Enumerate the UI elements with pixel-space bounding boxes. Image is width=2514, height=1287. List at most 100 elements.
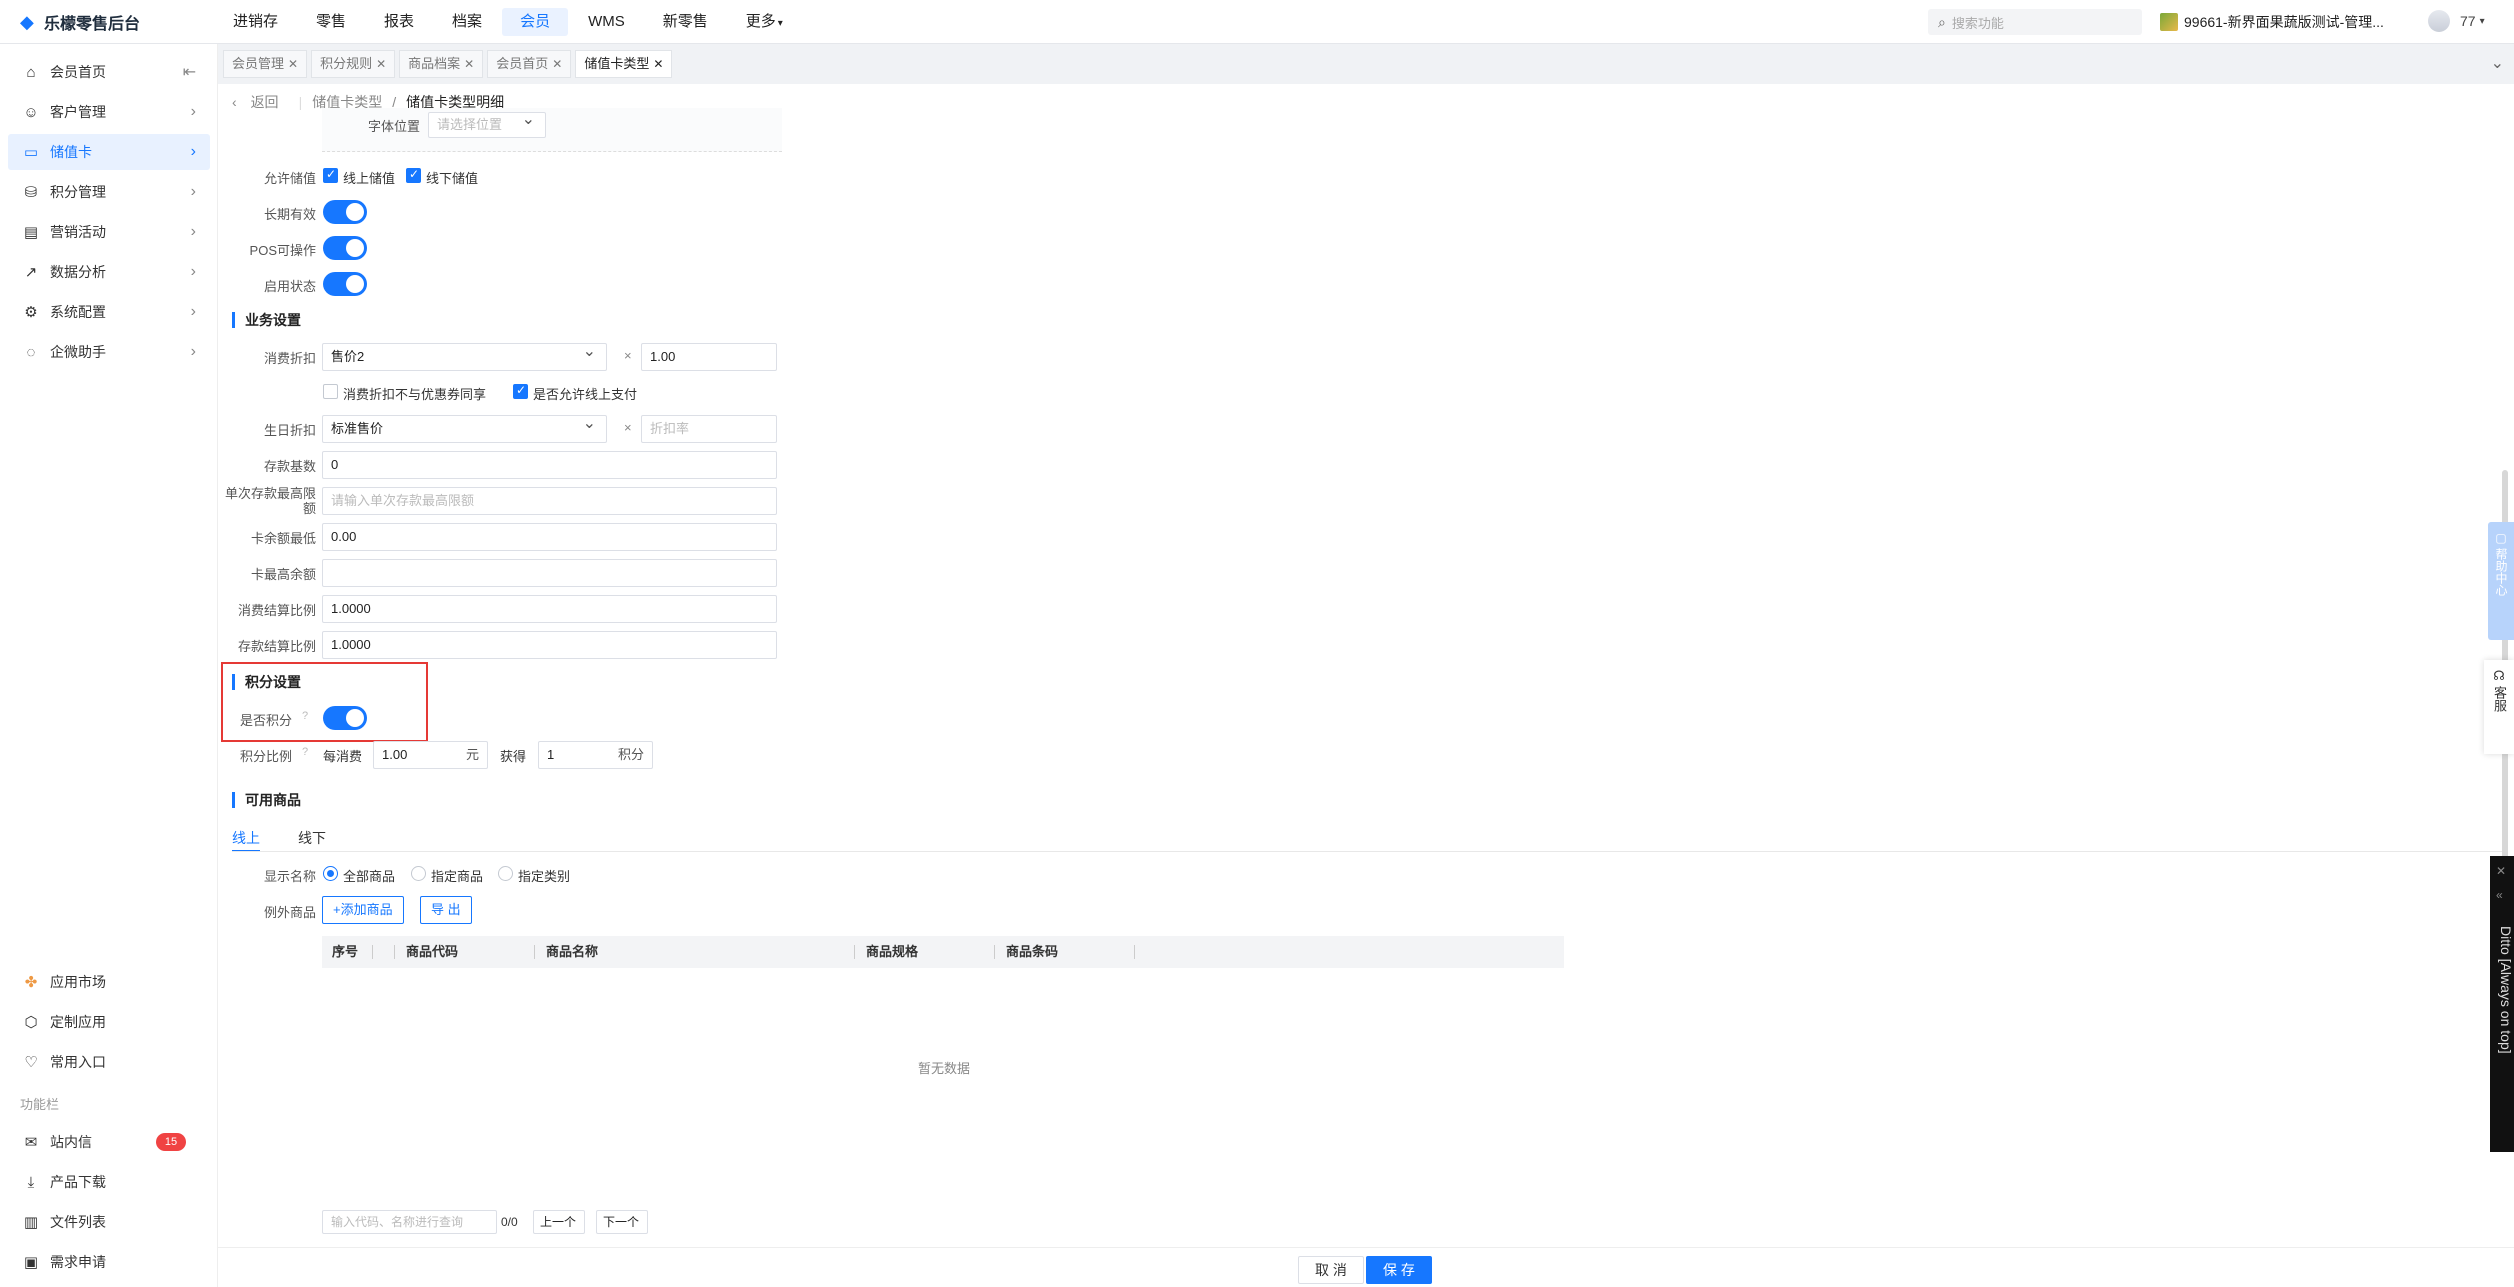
close-icon[interactable]: ✕: [464, 57, 474, 71]
avatar: [2428, 10, 2450, 32]
online-stored-checkbox[interactable]: [323, 167, 338, 183]
topnav-item-retail[interactable]: 零售: [298, 8, 364, 36]
close-icon[interactable]: ✕: [2496, 864, 2506, 878]
consume-ratio-input[interactable]: 1.0000: [322, 595, 777, 623]
topnav-item-more[interactable]: 更多 ▾: [728, 8, 801, 36]
close-icon[interactable]: ✕: [288, 57, 298, 71]
customer-service-label: 客服: [2492, 686, 2507, 712]
sidebar-item-label: 定制应用: [50, 1014, 106, 1030]
sidebar-item-wecom[interactable]: ◌ 企微助手 ›: [8, 334, 210, 370]
col-name: 商品名称: [546, 944, 599, 959]
user-menu[interactable]: 77 ▾: [2428, 10, 2485, 32]
radio-specified-goods[interactable]: [411, 866, 426, 881]
close-icon[interactable]: ✕: [376, 57, 386, 71]
sidebar-item-inbox[interactable]: ✉ 站内信 15: [8, 1124, 210, 1160]
cancel-button[interactable]: 取 消: [1298, 1256, 1364, 1284]
tab-member-manage[interactable]: 会员管理 ✕: [223, 50, 308, 78]
sidebar-item-promo[interactable]: ▤ 营销活动 ›: [8, 214, 210, 250]
tab-label: 会员管理: [232, 56, 285, 71]
ditto-window[interactable]: ✕ « Ditto [Always on top]: [2490, 856, 2514, 1152]
topnav-item-report[interactable]: 报表: [366, 8, 432, 36]
col-barcode: 商品条码: [1006, 944, 1059, 959]
single-max-input[interactable]: 请输入单次存款最高限额: [322, 487, 777, 515]
deposit-base-input[interactable]: 0: [322, 451, 777, 479]
settings-icon: ⚙: [24, 304, 38, 321]
goods-search-input[interactable]: 输入代码、名称进行查询: [322, 1210, 497, 1234]
export-button[interactable]: 导 出: [420, 896, 472, 924]
enable-status-toggle[interactable]: [323, 272, 367, 296]
long-valid-toggle[interactable]: [323, 200, 367, 224]
back-link[interactable]: ‹ 返回: [232, 92, 289, 112]
pos-operable-toggle[interactable]: [323, 236, 367, 260]
customer-service-button[interactable]: ☊ 客服: [2484, 660, 2514, 754]
no-coupon-checkbox[interactable]: [323, 384, 338, 399]
sidebar-item-member-home[interactable]: ⌂ 会员首页 ⇤: [8, 54, 210, 90]
sidebar-item-analytics[interactable]: ↗ 数据分析 ›: [8, 254, 210, 290]
sidebar-item-app-market[interactable]: ✤ 应用市场: [8, 964, 210, 1000]
deposit-ratio-input[interactable]: 1.0000: [322, 631, 777, 659]
app-logo[interactable]: ◆ 乐檬零售后台: [0, 10, 215, 34]
topnav-item-jxc[interactable]: 进销存: [215, 8, 296, 36]
tab-member-home[interactable]: 会员首页 ✕: [487, 50, 572, 78]
col-sep: [994, 945, 995, 959]
tab-online[interactable]: 线上: [232, 828, 260, 848]
sidebar-item-label: 数据分析: [50, 264, 106, 280]
consume-ratio-label: 消费结算比例: [237, 603, 316, 618]
sidebar-item-favorites[interactable]: ♡ 常用入口: [8, 1044, 210, 1080]
deposit-ratio-label: 存款结算比例: [237, 639, 316, 654]
sidebar-item-system[interactable]: ⚙ 系统配置 ›: [8, 294, 210, 330]
discount-rate-input[interactable]: 1.00: [641, 343, 777, 371]
allow-online-pay-checkbox[interactable]: [513, 383, 528, 399]
collapse-sidebar-icon[interactable]: ⇤: [183, 62, 196, 82]
tab-offline[interactable]: 线下: [298, 828, 326, 848]
user-icon: ☺: [23, 103, 39, 121]
close-icon[interactable]: ✕: [653, 57, 663, 71]
points-amount-input[interactable]: 1 积分: [538, 741, 653, 769]
topnav-item-wms[interactable]: WMS: [570, 8, 643, 36]
help-center-button[interactable]: ▢ 帮助中心: [2488, 522, 2514, 640]
add-goods-button[interactable]: +添加商品: [322, 896, 404, 924]
sidebar-item-download[interactable]: ⤓ 产品下载: [8, 1164, 210, 1200]
allow-stored-label: 允许储值: [263, 171, 316, 186]
sidebar-item-points[interactable]: ⛁ 积分管理 ›: [8, 174, 210, 210]
close-icon[interactable]: ✕: [552, 57, 562, 71]
col-code: 商品代码: [406, 944, 459, 959]
sidebar-item-custom-app[interactable]: ⬡ 定制应用: [8, 1004, 210, 1040]
tab-stored-card-type[interactable]: 储值卡类型 ✕: [575, 50, 673, 78]
birthday-rate-input[interactable]: 折扣率: [641, 415, 777, 443]
topnav-item-new-retail[interactable]: 新零售: [645, 8, 726, 36]
store-selector[interactable]: 99661-新界面果蔬版测试-管理...: [2160, 12, 2384, 32]
font-position-select[interactable]: 请选择位置: [428, 112, 546, 138]
next-button[interactable]: 下一个: [596, 1210, 648, 1234]
points-ratio-label: 积分比例: [240, 749, 293, 764]
tab-goods-archive[interactable]: 商品档案 ✕: [399, 50, 484, 78]
divider: [232, 851, 2502, 852]
tab-label: 储值卡类型: [584, 56, 650, 71]
birthday-discount-select[interactable]: 标准售价: [322, 415, 607, 443]
sidebar-item-stored-card[interactable]: ▭ 储值卡 ›: [8, 134, 210, 170]
save-button[interactable]: 保 存: [1366, 1256, 1432, 1284]
sidebar-item-files[interactable]: ▥ 文件列表: [8, 1204, 210, 1240]
topnav-item-member[interactable]: 会员: [502, 7, 569, 36]
min-balance-input[interactable]: 0.00: [322, 523, 777, 551]
tab-points-rule[interactable]: 积分规则 ✕: [311, 50, 396, 78]
sidebar-item-customer[interactable]: ☺ 客户管理 ›: [8, 94, 210, 130]
offline-stored-checkbox[interactable]: [406, 167, 421, 183]
radio-specified-category[interactable]: [498, 866, 513, 881]
long-valid-label: 长期有效: [263, 207, 316, 222]
spend-amount-input[interactable]: 1.00 元: [373, 741, 488, 769]
enable-points-toggle[interactable]: [323, 706, 367, 730]
function-search-input[interactable]: ⌕ 搜索功能: [1928, 9, 2142, 35]
topnav-item-archive[interactable]: 档案: [434, 8, 500, 36]
business-settings-title: 业务设置: [232, 312, 301, 328]
logo-icon: ◆: [20, 11, 34, 32]
sidebar-item-request[interactable]: ▣ 需求申请: [8, 1244, 210, 1280]
discount-select[interactable]: 售价2: [322, 343, 607, 371]
radio-all-goods[interactable]: [323, 866, 338, 881]
prev-button[interactable]: 上一个: [533, 1210, 585, 1234]
max-balance-input[interactable]: [322, 559, 777, 587]
show-name-label: 显示名称: [263, 869, 316, 884]
chevron-down-icon[interactable]: ⌄: [2491, 53, 2504, 73]
coins-icon: ⛁: [24, 184, 38, 201]
back-label: 返回: [250, 94, 279, 110]
